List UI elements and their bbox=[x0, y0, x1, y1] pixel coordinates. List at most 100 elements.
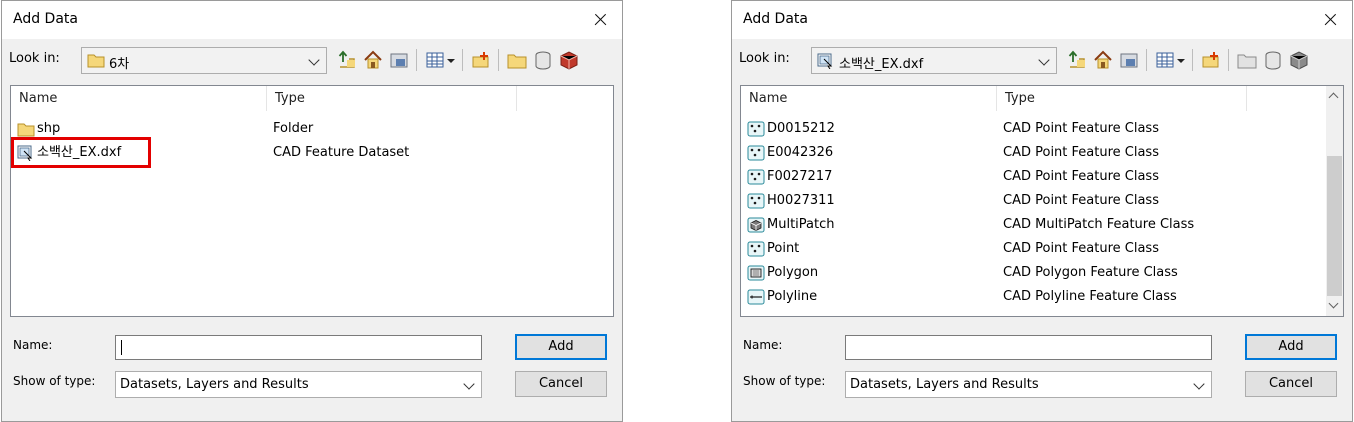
vertical-scrollbar[interactable] bbox=[1326, 86, 1343, 316]
look-in-combo[interactable]: 6차 bbox=[81, 47, 327, 74]
list-header: Name Type bbox=[741, 86, 1343, 111]
cad-multipatch-icon bbox=[747, 217, 765, 233]
item-type: CAD Point Feature Class bbox=[1003, 169, 1159, 184]
cad-polygon-icon bbox=[747, 265, 765, 281]
column-header-name[interactable]: Name bbox=[11, 86, 267, 111]
view-list-icon[interactable] bbox=[1154, 49, 1176, 71]
column-header-type[interactable]: Type bbox=[267, 86, 517, 111]
cad-point-icon bbox=[747, 169, 765, 185]
folder-icon bbox=[17, 123, 35, 137]
cad-point-icon bbox=[747, 193, 765, 209]
up-one-level-icon[interactable] bbox=[336, 49, 358, 71]
item-name: E0042326 bbox=[767, 145, 834, 160]
item-type: CAD Point Feature Class bbox=[1003, 145, 1159, 160]
item-name: H0027311 bbox=[767, 193, 835, 208]
new-folder-icon[interactable] bbox=[506, 49, 528, 71]
add-data-dialog-right: Add Data Look in: 소백산_EX.dxf Name Type D… bbox=[731, 0, 1353, 422]
view-dropdown-icon[interactable] bbox=[1175, 49, 1187, 71]
column-header-type[interactable]: Type bbox=[997, 86, 1247, 111]
item-type: CAD Polygon Feature Class bbox=[1003, 265, 1178, 280]
list-item[interactable]: MultiPatch CAD MultiPatch Feature Class bbox=[741, 212, 1343, 236]
title-bar: Add Data bbox=[2, 1, 622, 39]
connect-folder-icon[interactable] bbox=[1118, 49, 1140, 71]
list-item[interactable]: Polyline CAD Polyline Feature Class bbox=[741, 284, 1343, 308]
cad-point-icon bbox=[747, 241, 765, 257]
file-list[interactable]: Name Type shp Folder 소백산_EX.dxf CAD Feat… bbox=[10, 85, 614, 317]
column-header-name[interactable]: Name bbox=[741, 86, 997, 111]
name-input[interactable] bbox=[115, 335, 482, 360]
list-item[interactable]: F0027217 CAD Point Feature Class bbox=[741, 164, 1343, 188]
scroll-down-icon[interactable] bbox=[1328, 298, 1339, 309]
close-button[interactable] bbox=[1308, 1, 1352, 39]
chevron-down-icon[interactable] bbox=[1038, 54, 1050, 66]
chevron-down-icon[interactable] bbox=[1193, 378, 1205, 390]
up-one-level-icon[interactable] bbox=[1066, 49, 1088, 71]
item-name: Point bbox=[767, 241, 800, 256]
look-in-combo[interactable]: 소백산_EX.dxf bbox=[811, 47, 1057, 74]
home-icon[interactable] bbox=[1092, 49, 1114, 71]
connect-folder-icon[interactable] bbox=[388, 49, 410, 71]
new-file-geodatabase-icon[interactable] bbox=[532, 49, 554, 71]
look-in-value: 6차 bbox=[109, 57, 130, 72]
show-of-type-label: Show of type: bbox=[13, 374, 96, 388]
toolbar-separator bbox=[462, 49, 463, 71]
add-button[interactable]: Add bbox=[1245, 334, 1337, 360]
item-type: CAD MultiPatch Feature Class bbox=[1003, 217, 1195, 232]
home-icon[interactable] bbox=[362, 49, 384, 71]
cad-dataset-icon bbox=[817, 53, 833, 69]
list-header: Name Type bbox=[11, 86, 613, 111]
name-label: Name: bbox=[743, 338, 783, 352]
view-list-icon[interactable] bbox=[424, 49, 446, 71]
dialog-title: Add Data bbox=[13, 11, 78, 27]
new-personal-geodatabase-icon[interactable] bbox=[558, 49, 580, 71]
cancel-button[interactable]: Cancel bbox=[1245, 371, 1337, 397]
catalog-tree-icon[interactable] bbox=[470, 49, 492, 71]
folder-icon bbox=[87, 54, 105, 68]
show-of-type-value: Datasets, Layers and Results bbox=[120, 377, 309, 392]
show-of-type-combo[interactable]: Datasets, Layers and Results bbox=[115, 371, 482, 398]
list-item[interactable]: H0027311 CAD Point Feature Class bbox=[741, 188, 1343, 212]
new-personal-geodatabase-icon[interactable] bbox=[1288, 49, 1310, 71]
look-in-label: Look in: bbox=[9, 51, 60, 66]
view-dropdown-icon[interactable] bbox=[445, 49, 457, 71]
list-item[interactable]: Point CAD Point Feature Class bbox=[741, 236, 1343, 260]
chevron-down-icon[interactable] bbox=[463, 378, 475, 390]
look-in-value: 소백산_EX.dxf bbox=[839, 57, 924, 72]
title-bar: Add Data bbox=[732, 1, 1352, 39]
show-of-type-value: Datasets, Layers and Results bbox=[850, 377, 1039, 392]
close-button[interactable] bbox=[578, 1, 622, 39]
list-item[interactable]: E0042326 CAD Point Feature Class bbox=[741, 140, 1343, 164]
item-name: D0015212 bbox=[767, 121, 835, 136]
file-list[interactable]: Name Type D0015212 CAD Point Feature Cla… bbox=[740, 85, 1344, 317]
item-type: CAD Point Feature Class bbox=[1003, 121, 1159, 136]
new-folder-icon[interactable] bbox=[1236, 49, 1258, 71]
highlight-box bbox=[11, 137, 151, 168]
new-file-geodatabase-icon[interactable] bbox=[1262, 49, 1284, 71]
add-data-dialog-left: Add Data Look in: 6차 Name Type shp Folde… bbox=[1, 0, 623, 422]
cad-polyline-icon bbox=[747, 289, 765, 305]
toolbar-separator bbox=[1192, 49, 1193, 71]
look-in-label: Look in: bbox=[739, 51, 790, 66]
cad-point-icon bbox=[747, 121, 765, 137]
add-button[interactable]: Add bbox=[515, 334, 607, 360]
list-item[interactable]: Polygon CAD Polygon Feature Class bbox=[741, 260, 1343, 284]
toolbar-separator bbox=[1146, 49, 1147, 71]
item-type: Folder bbox=[273, 121, 314, 136]
toolbar-separator bbox=[416, 49, 417, 71]
scroll-thumb[interactable] bbox=[1327, 156, 1342, 296]
name-input[interactable] bbox=[845, 335, 1212, 360]
item-name: Polygon bbox=[767, 265, 819, 280]
cancel-button[interactable]: Cancel bbox=[515, 371, 607, 397]
item-type: CAD Point Feature Class bbox=[1003, 193, 1159, 208]
list-item[interactable]: D0015212 CAD Point Feature Class bbox=[741, 116, 1343, 140]
item-name: Polyline bbox=[767, 289, 818, 304]
item-name: F0027217 bbox=[767, 169, 833, 184]
chevron-down-icon[interactable] bbox=[308, 54, 320, 66]
item-name: shp bbox=[37, 121, 61, 136]
show-of-type-combo[interactable]: Datasets, Layers and Results bbox=[845, 371, 1212, 398]
scroll-up-icon[interactable] bbox=[1328, 92, 1339, 103]
toolbar-separator bbox=[1228, 49, 1229, 71]
catalog-tree-icon[interactable] bbox=[1200, 49, 1222, 71]
cad-point-icon bbox=[747, 145, 765, 161]
text-caret bbox=[121, 340, 122, 355]
